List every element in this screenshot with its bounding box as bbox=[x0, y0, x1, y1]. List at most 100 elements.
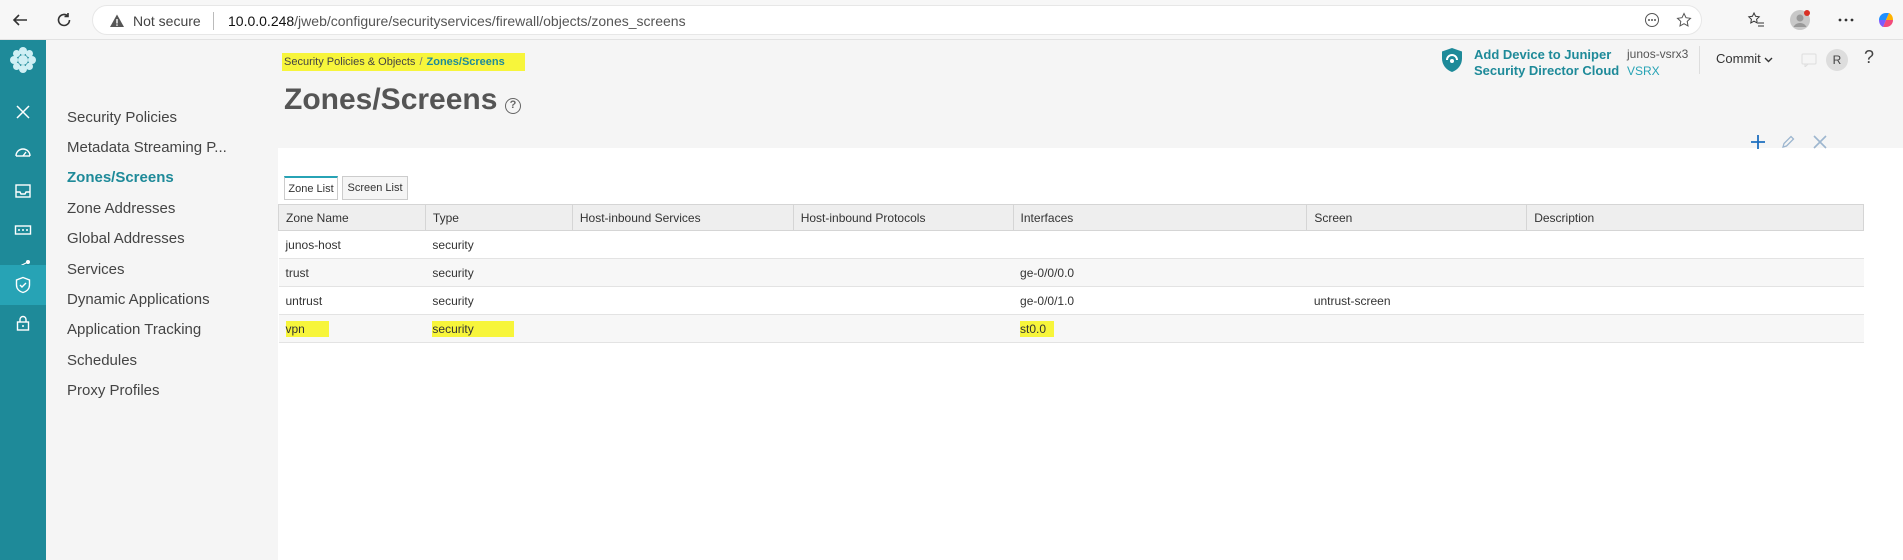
cell-type: security bbox=[425, 286, 573, 315]
back-icon[interactable] bbox=[8, 8, 32, 32]
sidenav-item-zones-screens[interactable]: Zones/Screens bbox=[67, 169, 174, 186]
monitor-inbox-icon[interactable] bbox=[0, 171, 46, 211]
cell-interfaces bbox=[1013, 230, 1307, 259]
cell-zone-name: untrust bbox=[278, 286, 426, 315]
cell-zone-name: trust bbox=[278, 258, 426, 287]
add-icon[interactable] bbox=[1746, 130, 1770, 154]
device-name: junos-vsrx3 bbox=[1627, 47, 1689, 61]
highlighted-value: st0.0 bbox=[1020, 320, 1055, 337]
sidenav-item-services[interactable]: Services bbox=[67, 261, 125, 278]
url-host: 10.0.0.248 bbox=[228, 13, 295, 29]
tab-zone-list[interactable]: Zone List bbox=[284, 176, 338, 200]
address-separator bbox=[213, 12, 214, 30]
column-header[interactable]: Interfaces bbox=[1012, 204, 1308, 231]
breadcrumb-current: Zones/Screens bbox=[426, 56, 505, 68]
breadcrumb: Security Policies & Objects / Zones/Screen… bbox=[282, 53, 525, 71]
sidenav-item-dynamic-applications[interactable]: Dynamic Applications bbox=[67, 291, 210, 308]
cell-host-inbound-protocols bbox=[793, 286, 1014, 315]
column-header[interactable]: Host-inbound Services bbox=[571, 204, 794, 231]
table-row[interactable]: vpn security st0.0 bbox=[278, 314, 1864, 343]
commit-label: Commit bbox=[1716, 51, 1761, 66]
sidenav-item-proxy-profiles[interactable]: Proxy Profiles bbox=[67, 382, 160, 399]
cell-host-inbound-services bbox=[572, 230, 794, 259]
more-options-icon[interactable] bbox=[1643, 12, 1661, 30]
address-bar[interactable]: Not secure 10.0.0.248/jweb/configure/sec… bbox=[92, 5, 1702, 35]
cell-description bbox=[1526, 258, 1864, 287]
breadcrumb-parent[interactable]: Security Policies & Objects bbox=[284, 56, 415, 68]
sidenav-item-global-addresses[interactable]: Global Addresses bbox=[67, 230, 185, 247]
cell-host-inbound-services bbox=[572, 314, 794, 343]
security-objects-nav: Security Policies Metadata Streaming P..… bbox=[46, 40, 264, 560]
column-header[interactable]: Description bbox=[1526, 204, 1864, 231]
url-path: /jweb/configure/securityservices/firewal… bbox=[294, 13, 686, 29]
avatar[interactable]: R bbox=[1826, 49, 1848, 71]
browser-toolbar: Not secure 10.0.0.248/jweb/configure/sec… bbox=[0, 0, 1903, 40]
sd-cloud-line1: Add Device to Juniper bbox=[1474, 47, 1612, 62]
cell-type: security bbox=[425, 314, 573, 343]
column-header[interactable]: Screen bbox=[1306, 204, 1528, 231]
column-header[interactable]: Zone Name bbox=[278, 204, 426, 231]
device-type: VSRX bbox=[1627, 64, 1660, 78]
cell-description bbox=[1526, 230, 1864, 259]
cell-description bbox=[1526, 314, 1864, 343]
table-header-row: Zone Name Type Host-inbound Services Hos… bbox=[278, 204, 1864, 231]
column-header[interactable]: Type bbox=[424, 204, 573, 231]
favorites-icon[interactable] bbox=[1744, 8, 1768, 32]
sidenav-item-schedules[interactable]: Schedules bbox=[67, 352, 137, 369]
table-row[interactable]: trust security ge-0/0/0.0 bbox=[278, 258, 1864, 287]
table-row[interactable]: junos-host security bbox=[278, 230, 1864, 259]
global-help-icon[interactable]: ? bbox=[1864, 47, 1874, 68]
device-icon[interactable] bbox=[0, 210, 46, 250]
chevron-down-icon bbox=[1764, 57, 1773, 63]
sidenav-item-application-tracking[interactable]: Application Tracking bbox=[67, 321, 201, 338]
settings-more-icon[interactable] bbox=[1834, 8, 1858, 32]
cell-screen bbox=[1306, 230, 1527, 259]
help-icon[interactable]: ? bbox=[505, 98, 521, 114]
favorite-star-icon[interactable] bbox=[1675, 12, 1693, 30]
cell-host-inbound-protocols bbox=[793, 258, 1014, 287]
cell-screen bbox=[1306, 314, 1527, 343]
highlighted-value: vpn bbox=[285, 320, 329, 337]
delete-x-icon[interactable] bbox=[1808, 130, 1832, 154]
edit-pencil-icon[interactable] bbox=[1776, 130, 1800, 154]
security-shield-icon[interactable] bbox=[0, 265, 46, 305]
sidenav-item-metadata-streaming[interactable]: Metadata Streaming P... bbox=[67, 139, 227, 156]
sd-cloud-line2: Security Director Cloud bbox=[1474, 63, 1620, 78]
cell-screen bbox=[1306, 258, 1527, 287]
zones-table: Zone Name Type Host-inbound Services Hos… bbox=[278, 204, 1864, 343]
cell-interfaces: st0.0 bbox=[1013, 314, 1307, 343]
highlighted-value: security bbox=[432, 320, 514, 337]
url-text[interactable]: 10.0.0.248/jweb/configure/securityservic… bbox=[228, 13, 686, 29]
not-secure-label: Not secure bbox=[133, 13, 201, 29]
cell-host-inbound-protocols bbox=[793, 314, 1014, 343]
juniper-logo-icon[interactable] bbox=[0, 40, 46, 80]
app-rail bbox=[0, 40, 46, 560]
message-icon[interactable] bbox=[1801, 53, 1817, 67]
profile-icon[interactable] bbox=[1788, 8, 1812, 32]
sidenav-item-zone-addresses[interactable]: Zone Addresses bbox=[67, 200, 175, 217]
tab-screen-list[interactable]: Screen List bbox=[342, 176, 408, 200]
cell-host-inbound-protocols bbox=[793, 230, 1014, 259]
cell-interfaces: ge-0/0/0.0 bbox=[1013, 258, 1307, 287]
cell-zone-name: junos-host bbox=[278, 230, 426, 259]
lock-icon[interactable] bbox=[0, 303, 46, 343]
page-title: Zones/Screens bbox=[284, 83, 498, 116]
table-row[interactable]: untrust security ge-0/0/1.0 untrust-scre… bbox=[278, 286, 1864, 315]
close-icon[interactable] bbox=[0, 92, 46, 132]
commit-dropdown[interactable]: Commit bbox=[1716, 51, 1773, 66]
cell-host-inbound-services bbox=[572, 258, 794, 287]
warning-icon[interactable] bbox=[109, 13, 125, 29]
dashboard-icon[interactable] bbox=[0, 132, 46, 172]
cell-host-inbound-services bbox=[572, 286, 794, 315]
column-header[interactable]: Host-inbound Protocols bbox=[792, 204, 1014, 231]
cell-screen: untrust-screen bbox=[1306, 286, 1527, 315]
cell-zone-name: vpn bbox=[278, 314, 426, 343]
breadcrumb-separator: / bbox=[419, 56, 423, 68]
header-divider bbox=[1699, 46, 1700, 74]
refresh-icon[interactable] bbox=[52, 8, 76, 32]
cell-type: security bbox=[425, 258, 573, 287]
sd-cloud-shield-icon bbox=[1442, 48, 1462, 72]
copilot-icon[interactable] bbox=[1874, 8, 1898, 32]
sidenav-item-security-policies[interactable]: Security Policies bbox=[67, 109, 177, 126]
cell-type: security bbox=[425, 230, 573, 259]
